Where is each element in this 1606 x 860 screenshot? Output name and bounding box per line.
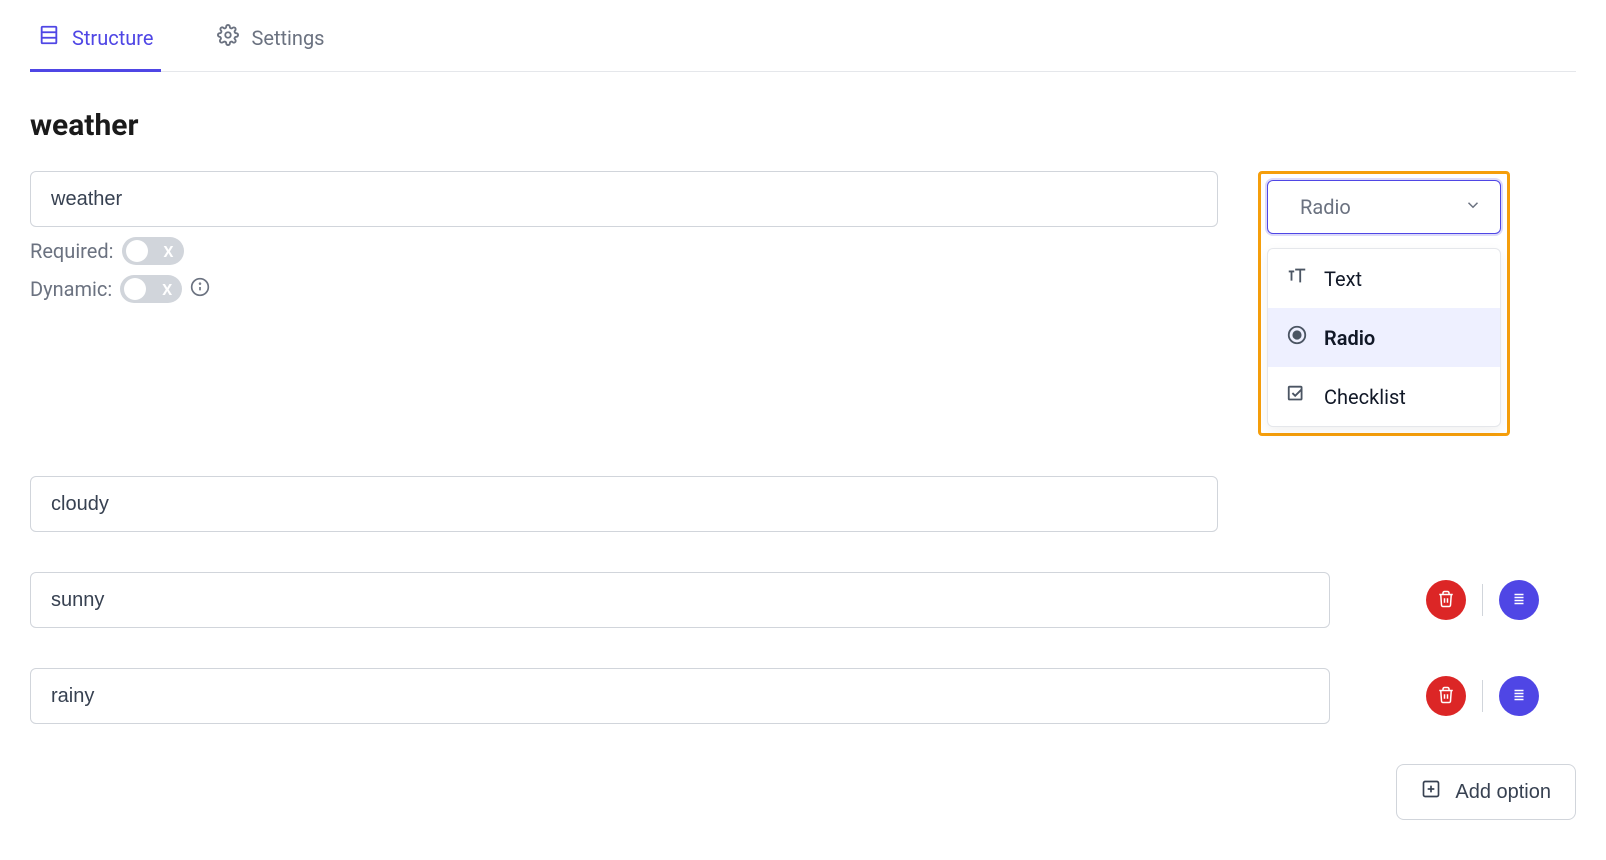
tab-structure[interactable]: Structure xyxy=(30,24,161,71)
option-row xyxy=(30,572,1576,628)
question-name-input[interactable] xyxy=(30,171,1218,227)
type-dropdown-highlight: Radio Text xyxy=(1258,171,1510,436)
reorder-handle[interactable] xyxy=(1499,676,1539,716)
type-option-checklist-label: Checklist xyxy=(1324,385,1406,409)
dynamic-label: Dynamic: xyxy=(30,277,112,301)
option-input[interactable] xyxy=(30,668,1330,724)
trash-icon xyxy=(1437,590,1455,611)
tabs-bar: Structure Settings xyxy=(30,0,1576,72)
separator xyxy=(1482,680,1483,712)
tab-settings[interactable]: Settings xyxy=(209,24,332,71)
page-title: weather xyxy=(30,108,1576,143)
option-row xyxy=(30,668,1576,724)
option-input[interactable] xyxy=(30,572,1330,628)
option-row xyxy=(30,476,1576,532)
type-option-radio-label: Radio xyxy=(1324,326,1375,350)
reorder-handle[interactable] xyxy=(1499,580,1539,620)
text-type-icon xyxy=(1286,265,1308,292)
chevron-down-icon xyxy=(1464,195,1482,219)
type-dropdown-menu: Text Radio Checklist xyxy=(1267,248,1501,427)
gear-icon xyxy=(217,24,239,51)
plus-icon xyxy=(1421,779,1441,805)
info-icon[interactable] xyxy=(190,277,210,302)
type-option-radio[interactable]: Radio xyxy=(1268,308,1500,367)
required-toggle[interactable]: X xyxy=(122,237,184,265)
structure-icon xyxy=(38,24,60,51)
type-option-text[interactable]: Text xyxy=(1268,249,1500,308)
drag-icon xyxy=(1510,686,1528,707)
radio-type-icon xyxy=(1286,324,1308,351)
dynamic-toggle[interactable]: X xyxy=(120,275,182,303)
tab-structure-label: Structure xyxy=(72,26,153,50)
required-label: Required: xyxy=(30,239,114,263)
trash-icon xyxy=(1437,686,1455,707)
separator xyxy=(1482,584,1483,616)
checklist-type-icon xyxy=(1286,383,1308,410)
drag-icon xyxy=(1510,590,1528,611)
delete-option-button[interactable] xyxy=(1426,676,1466,716)
add-option-button[interactable]: Add option xyxy=(1396,764,1576,820)
type-dropdown-value: Radio xyxy=(1300,195,1351,219)
option-input[interactable] xyxy=(30,476,1218,532)
delete-option-button[interactable] xyxy=(1426,580,1466,620)
type-option-checklist[interactable]: Checklist xyxy=(1268,367,1500,426)
type-option-text-label: Text xyxy=(1324,267,1362,291)
type-dropdown[interactable]: Radio xyxy=(1267,180,1501,234)
add-option-label: Add option xyxy=(1455,781,1551,804)
tab-settings-label: Settings xyxy=(251,26,324,50)
